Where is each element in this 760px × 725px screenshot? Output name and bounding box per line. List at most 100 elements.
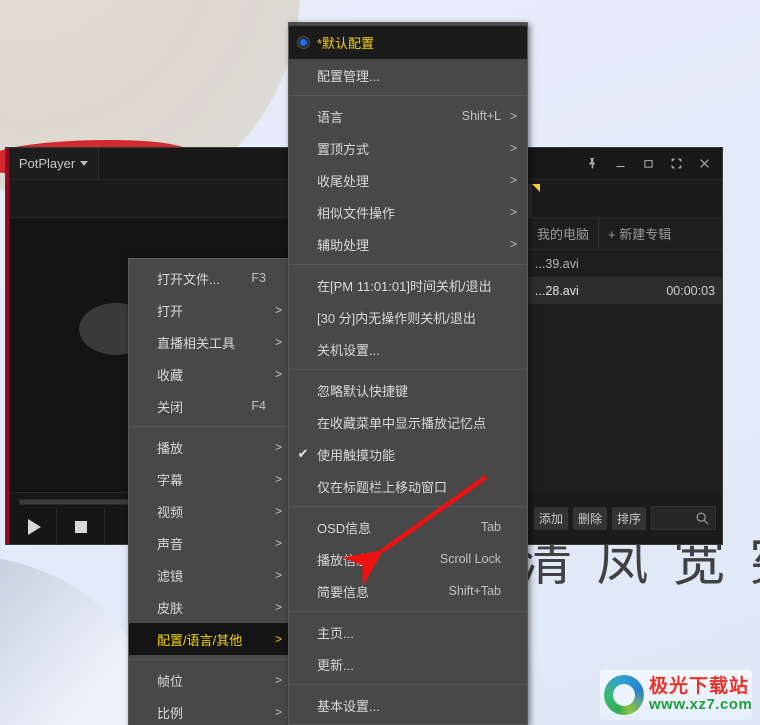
playlist-source-mycomputer[interactable]: 我的电脑: [528, 218, 598, 249]
submenu-item-label: 置顶方式: [317, 141, 370, 157]
submenu-item-label: 在[PM 11:01:01]时间关机/退出: [317, 278, 492, 294]
main-menu-item-label: 视频: [157, 504, 184, 520]
submenu-arrow-icon: >: [274, 705, 282, 719]
submenu-item[interactable]: 播放信息 Scroll Lock: [289, 543, 527, 575]
submenu-item[interactable]: OSD信息 Tab: [289, 511, 527, 543]
list-item[interactable]: ...28.avi 00:00:03: [528, 277, 722, 304]
main-menu-item[interactable]: 配置/语言/其他 >: [129, 623, 292, 655]
jiguang-logo-icon: [604, 675, 644, 715]
main-menu-item-label: 声音: [157, 536, 184, 552]
submenu-item-label: *默认配置: [317, 36, 375, 51]
playlist-add-button[interactable]: 添加: [534, 506, 569, 530]
submenu-item[interactable]: 置顶方式 >: [289, 132, 527, 164]
playlist-source-bar: 我的电脑 + 新建专辑: [528, 218, 722, 250]
menu-separator: [289, 684, 527, 685]
submenu-arrow-icon: >: [274, 303, 282, 317]
playlist-new-album-button[interactable]: + 新建专辑: [598, 218, 680, 249]
submenu-item[interactable]: *默认配置: [289, 26, 527, 59]
main-menu-item-label: 字幕: [157, 472, 184, 488]
main-menu-item[interactable]: 皮肤 >: [129, 591, 292, 623]
submenu-item-shortcut: Scroll Lock: [439, 552, 501, 566]
submenu-item-shortcut: Shift+L: [461, 109, 501, 123]
submenu-arrow-icon: >: [274, 568, 282, 582]
checkmark-icon: ✔: [297, 446, 309, 461]
main-menu-item[interactable]: 视频 >: [129, 495, 292, 527]
config-language-other-submenu[interactable]: *默认配置 配置管理... 语言 Shift+L > 置顶方式 > 收尾处理 > 相似文件操作 > 辅…: [288, 22, 528, 725]
submenu-item-label: OSD信息: [317, 520, 372, 536]
playlist-item-duration: 00:00:03: [666, 283, 715, 298]
submenu-item[interactable]: 相似文件操作 >: [289, 196, 527, 228]
submenu-item-label: 仅在标题栏上移动窗口: [317, 479, 448, 495]
submenu-item[interactable]: 配置管理...: [289, 59, 527, 91]
submenu-item-shortcut: Shift+Tab: [448, 584, 501, 598]
submenu-arrow-icon: >: [274, 367, 282, 381]
main-menu-item-shortcut: F4: [251, 399, 266, 413]
submenu-item[interactable]: 更新...: [289, 648, 527, 680]
submenu-item[interactable]: 基本设置...: [289, 689, 527, 721]
chevron-down-icon: [80, 161, 89, 166]
main-menu-item-label: 收藏: [157, 367, 184, 383]
menu-separator: [289, 506, 527, 507]
submenu-arrow-icon: >: [274, 673, 282, 687]
submenu-item[interactable]: 忽略默认快捷键: [289, 374, 527, 406]
close-icon[interactable]: [690, 149, 718, 179]
submenu-item-label: 关机设置...: [317, 342, 380, 358]
submenu-item-label: 在收藏菜单中显示播放记忆点: [317, 415, 487, 431]
maximize-icon[interactable]: [634, 149, 662, 179]
submenu-item[interactable]: 主页...: [289, 616, 527, 648]
main-context-menu[interactable]: 打开文件... F3 打开 > 直播相关工具 > 收藏 > 关闭 F4 播放 > 字幕 > 视频 > 声音 > 滤镜…: [128, 258, 293, 725]
submenu-item-label: 语言: [317, 109, 344, 125]
submenu-item[interactable]: 辅助处理 >: [289, 228, 527, 260]
main-menu-item[interactable]: 打开 >: [129, 294, 292, 326]
playlist-item-title: ...39.avi: [535, 256, 579, 271]
main-menu-item[interactable]: 打开文件... F3: [129, 262, 292, 294]
main-menu-item[interactable]: 播放 >: [129, 431, 292, 463]
main-menu-item[interactable]: 关闭 F4: [129, 390, 292, 422]
submenu-item[interactable]: 仅在标题栏上移动窗口: [289, 470, 527, 502]
play-button[interactable]: [9, 509, 57, 545]
submenu-arrow-icon: >: [509, 237, 517, 251]
playlist-panel: 我的电脑 + 新建专辑 ...39.avi ...28.avi 00:00:03: [527, 218, 722, 492]
main-menu-item-label: 帧位: [157, 673, 184, 689]
main-menu-item[interactable]: 帧位 >: [129, 664, 292, 696]
main-menu-item[interactable]: 收藏 >: [129, 358, 292, 390]
main-menu-item[interactable]: 比例 >: [129, 696, 292, 725]
submenu-item[interactable]: 关机设置...: [289, 333, 527, 365]
main-menu-item-label: 播放: [157, 440, 184, 456]
submenu-arrow-icon: >: [274, 472, 282, 486]
watermark-text: 极光下载站 www.xz7.com: [649, 677, 752, 713]
submenu-item[interactable]: 在[PM 11:01:01]时间关机/退出: [289, 269, 527, 301]
tab-active-corner-marker: [532, 184, 540, 192]
stop-button[interactable]: [57, 509, 105, 545]
minimize-icon[interactable]: [606, 149, 634, 179]
main-menu-item[interactable]: 字幕 >: [129, 463, 292, 495]
transport-controls: [9, 509, 105, 545]
potplayer-menu-label: PotPlayer: [18, 156, 76, 171]
pin-icon[interactable]: [578, 149, 606, 179]
submenu-item-label: 忽略默认快捷键: [317, 383, 409, 399]
submenu-arrow-icon: >: [509, 109, 517, 123]
submenu-item-label: 配置管理...: [317, 68, 380, 84]
search-icon: [696, 512, 709, 525]
playlist-delete-button[interactable]: 删除: [573, 506, 608, 530]
submenu-item[interactable]: [30 分]内无操作则关机/退出: [289, 301, 527, 333]
main-menu-item[interactable]: 声音 >: [129, 527, 292, 559]
submenu-item[interactable]: 语言 Shift+L >: [289, 100, 527, 132]
playlist-search-input[interactable]: [651, 506, 716, 530]
list-item[interactable]: ...39.avi: [528, 250, 722, 277]
submenu-item-label: 简要信息: [317, 584, 370, 600]
playlist-sort-button[interactable]: 排序: [612, 506, 647, 530]
submenu-arrow-icon: >: [274, 504, 282, 518]
submenu-item[interactable]: ✔ 使用触摸功能: [289, 438, 527, 470]
main-menu-item[interactable]: 滤镜 >: [129, 559, 292, 591]
potplayer-menu-button[interactable]: PotPlayer: [9, 148, 99, 179]
submenu-item-label: 辅助处理: [317, 237, 370, 253]
submenu-item[interactable]: 简要信息 Shift+Tab: [289, 575, 527, 607]
submenu-item[interactable]: 收尾处理 >: [289, 164, 527, 196]
submenu-item-label: 基本设置...: [317, 698, 380, 714]
submenu-arrow-icon: >: [509, 205, 517, 219]
fullscreen-icon[interactable]: [662, 149, 690, 179]
submenu-item[interactable]: 在收藏菜单中显示播放记忆点: [289, 406, 527, 438]
main-menu-item[interactable]: 直播相关工具 >: [129, 326, 292, 358]
submenu-item-label: 收尾处理: [317, 173, 370, 189]
